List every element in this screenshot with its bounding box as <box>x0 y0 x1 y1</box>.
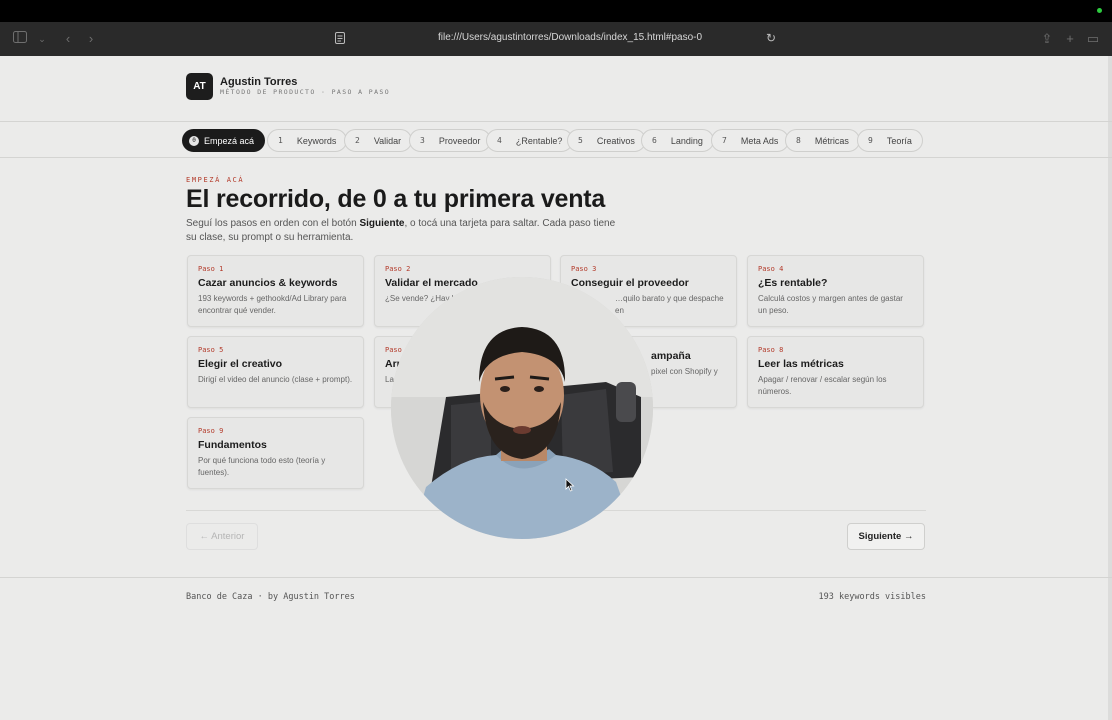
card-description: 193 keywords + gethookd/Ad Library para … <box>198 294 347 315</box>
avatar: AT <box>186 73 213 100</box>
webcam-video-frame <box>391 277 653 539</box>
forward-arrow-icon[interactable]: › <box>83 31 99 47</box>
step-number: 0 <box>189 135 199 146</box>
card-title: Conseguir el proveedor <box>571 277 689 289</box>
page-document-icon <box>334 31 346 45</box>
step-label: Proveedor <box>438 135 481 146</box>
card-title: ¿Es rentable? <box>758 277 828 289</box>
reload-icon[interactable]: ↻ <box>766 31 776 45</box>
step-card-4[interactable]: Paso 4 ¿Es rentable? Calculá costos y ma… <box>747 255 924 327</box>
footer-keyword-count: 193 keywords visibles <box>818 592 926 602</box>
card-description: Por qué funciona todo esto (teoría y fue… <box>198 456 326 477</box>
previous-button[interactable]: ← Anterior <box>186 523 258 550</box>
card-step-label: Paso 3 <box>571 265 597 273</box>
tab-step-7[interactable]: 7 Meta Ads <box>711 129 790 152</box>
card-title: Elegir el creativo <box>198 358 283 370</box>
page-title: El recorrido, de 0 a tu primera venta <box>186 185 606 213</box>
step-label: Métricas <box>814 135 849 146</box>
intro-bold-text: Siguiente <box>359 218 405 229</box>
site-footer: Banco de Caza · by Agustin Torres 193 ke… <box>0 577 1112 720</box>
browser-toolbar: ⌄ ‹ › file:///Users/agustintorres/Downlo… <box>0 22 1112 56</box>
step-number: 4 <box>497 136 502 145</box>
brand-name: Agustin Torres <box>220 76 298 88</box>
step-label: Validar <box>373 135 402 146</box>
intro-text-part: Seguí los pasos en orden con el botón <box>186 218 360 229</box>
step-number: 9 <box>868 136 873 145</box>
share-icon[interactable]: ⇪ <box>1039 31 1055 47</box>
card-step-label: Paso 5 <box>198 346 224 354</box>
step-label: Keywords <box>296 135 337 146</box>
step-number: 6 <box>652 136 657 145</box>
tab-step-0[interactable]: 0 Empezá acá <box>182 129 266 152</box>
section-kicker: EMPEZÁ ACÁ <box>186 176 245 184</box>
menu-bar-strip <box>0 0 1112 22</box>
tab-step-3[interactable]: 3 Proveedor <box>409 129 492 152</box>
step-number: 2 <box>355 136 360 145</box>
step-label: Teoría <box>886 135 912 146</box>
step-card-9[interactable]: Paso 9 Fundamentos Por qué funciona todo… <box>187 417 364 489</box>
step-label: Meta Ads <box>740 135 779 146</box>
next-button[interactable]: Siguiente → <box>847 523 925 550</box>
card-title: Leer las métricas <box>758 358 844 370</box>
new-tab-icon[interactable]: + <box>1062 31 1078 47</box>
back-arrow-icon[interactable]: ‹ <box>60 31 76 47</box>
chevron-down-icon[interactable]: ⌄ <box>34 31 50 47</box>
card-step-label: Paso 2 <box>385 265 411 273</box>
brand-subtitle: MÉTODO DE PRODUCTO · PASO A PASO <box>220 88 391 96</box>
step-number: 8 <box>796 136 801 145</box>
card-step-label: Paso 1 <box>198 265 224 273</box>
step-card-8[interactable]: Paso 8 Leer las métricas Apagar / renova… <box>747 336 924 408</box>
step-label: Empezá acá <box>204 135 255 146</box>
card-description: Apagar / renovar / escalar según los núm… <box>758 375 887 396</box>
tab-step-5[interactable]: 5 Creativos <box>567 129 646 152</box>
card-title: Fundamentos <box>198 439 267 451</box>
card-step-label: Paso 9 <box>198 427 224 435</box>
tab-step-2[interactable]: 2 Validar <box>344 129 413 152</box>
sidebar-toggle-icon[interactable] <box>12 31 28 47</box>
tab-step-8[interactable]: 8 Métricas <box>785 129 860 152</box>
site-header: AT Agustin Torres MÉTODO DE PRODUCTO · P… <box>0 56 1112 122</box>
card-description: Calculá costos y margen antes de gastar … <box>758 294 903 315</box>
tab-overview-icon[interactable]: ▭ <box>1085 31 1101 47</box>
address-bar[interactable]: file:///Users/agustintorres/Downloads/in… <box>438 32 702 43</box>
step-label: ¿Rentable? <box>515 135 563 146</box>
step-card-1[interactable]: Paso 1 Cazar anuncios & keywords 193 key… <box>187 255 364 327</box>
step-number: 7 <box>722 136 727 145</box>
intro-text: Seguí los pasos en orden con el botón Si… <box>186 217 626 245</box>
footer-credit: Banco de Caza · by Agustin Torres <box>186 592 355 602</box>
card-step-label: Paso 4 <box>758 265 784 273</box>
card-title: Cazar anuncios & keywords <box>198 277 338 289</box>
tab-step-6[interactable]: 6 Landing <box>641 129 714 152</box>
step-card-5[interactable]: Paso 5 Elegir el creativo Dirigí el vide… <box>187 336 364 408</box>
step-number: 3 <box>420 136 425 145</box>
tab-step-4[interactable]: 4 ¿Rentable? <box>486 129 574 152</box>
tab-step-1[interactable]: 1 Keywords <box>267 129 348 152</box>
step-number: 5 <box>578 136 583 145</box>
camera-indicator-icon <box>1097 8 1102 13</box>
card-step-label: Paso 8 <box>758 346 784 354</box>
tab-step-9[interactable]: 9 Teoría <box>857 129 923 152</box>
step-label: Landing <box>670 135 703 146</box>
step-number: 1 <box>278 136 283 145</box>
webcam-overlay[interactable] <box>391 277 653 539</box>
card-description: Dirigí el video del anuncio (clase + pro… <box>198 375 353 384</box>
step-label: Creativos <box>596 135 635 146</box>
steps-nav: 0 Empezá acá 1 Keywords 2 Validar 3 Proveedo… <box>0 122 1112 158</box>
